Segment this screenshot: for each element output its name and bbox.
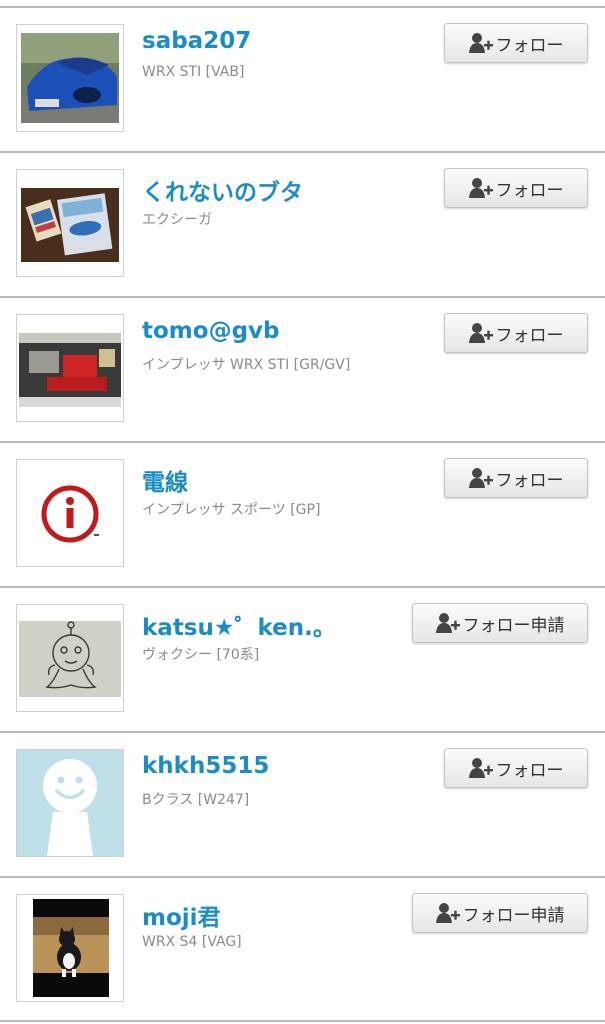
user-row[interactable]: khkh5515 Bクラス [W247] フォロー: [0, 731, 605, 876]
avatar[interactable]: [16, 604, 124, 712]
avatar[interactable]: [16, 169, 124, 277]
follow-button[interactable]: フォロー: [444, 313, 588, 353]
car-model: インプレッサ WRX STI [GR/GV]: [142, 357, 351, 373]
follow-button[interactable]: フォロー: [444, 23, 588, 63]
car-model: WRX S4 [VAG]: [142, 934, 242, 950]
follow-request-button[interactable]: フォロー申請: [412, 893, 588, 933]
follow-button[interactable]: フォロー: [444, 748, 588, 788]
follow-request-button-label: フォロー申請: [462, 905, 565, 926]
user-row[interactable]: tomo@gvb インプレッサ WRX STI [GR/GV] フォロー: [0, 296, 605, 441]
add-user-icon: [468, 323, 493, 343]
car-model: エクシーガ: [142, 212, 212, 228]
car-model: Bクラス [W247]: [142, 792, 250, 808]
follow-button-label: フォロー: [495, 325, 564, 346]
user-row[interactable]: 電線 インプレッサ スポーツ [GP] フォロー: [0, 441, 605, 586]
avatar[interactable]: [16, 894, 124, 1002]
follow-button-label: フォロー: [495, 470, 564, 491]
car-model: ヴォクシー [70系]: [142, 647, 260, 663]
user-row[interactable]: katsu★゜ken.。 ヴォクシー [70系] フォロー申請: [0, 586, 605, 731]
follow-request-button-label: フォロー申請: [462, 615, 565, 636]
avatar[interactable]: [16, 749, 124, 857]
username[interactable]: くれないのブタ: [142, 173, 303, 207]
username[interactable]: 電線: [142, 463, 188, 497]
username[interactable]: saba207: [142, 28, 251, 54]
follow-button[interactable]: フォロー: [444, 168, 588, 208]
avatar[interactable]: [16, 24, 124, 132]
user-row[interactable]: moji君 WRX S4 [VAG] フォロー申請: [0, 876, 605, 1021]
avatar[interactable]: [16, 314, 124, 422]
follow-request-button[interactable]: フォロー申請: [412, 603, 588, 643]
engine-bay-photo-icon: [17, 315, 123, 421]
add-user-icon: [468, 468, 493, 488]
cat-photo-icon: [17, 895, 123, 1001]
username[interactable]: katsu★゜ken.。: [142, 608, 336, 642]
username[interactable]: khkh5515: [142, 753, 269, 779]
add-user-icon: [435, 613, 460, 633]
follow-button-label: フォロー: [495, 760, 564, 781]
username[interactable]: moji君: [142, 898, 221, 932]
doodle-character-icon: [17, 605, 123, 711]
user-row[interactable]: くれないのブタ エクシーガ フォロー: [0, 151, 605, 296]
red-info-logo-icon: [17, 460, 123, 566]
add-user-icon: [468, 758, 493, 778]
car-brochures-photo-icon: [17, 170, 123, 276]
car-model: インプレッサ スポーツ [GP]: [142, 502, 321, 518]
user-row[interactable]: saba207 WRX STI [VAB] フォロー: [0, 6, 605, 151]
car-model: WRX STI [VAB]: [142, 64, 245, 80]
add-user-icon: [435, 903, 460, 923]
follow-button-label: フォロー: [495, 180, 564, 201]
follow-button-label: フォロー: [495, 35, 564, 56]
blue-car-photo-icon: [17, 25, 123, 131]
username[interactable]: tomo@gvb: [142, 318, 279, 344]
add-user-icon: [468, 33, 493, 53]
follow-button[interactable]: フォロー: [444, 458, 588, 498]
avatar[interactable]: [16, 459, 124, 567]
default-smiley-avatar-icon: [17, 750, 123, 856]
add-user-icon: [468, 178, 493, 198]
divider: [0, 1020, 605, 1022]
